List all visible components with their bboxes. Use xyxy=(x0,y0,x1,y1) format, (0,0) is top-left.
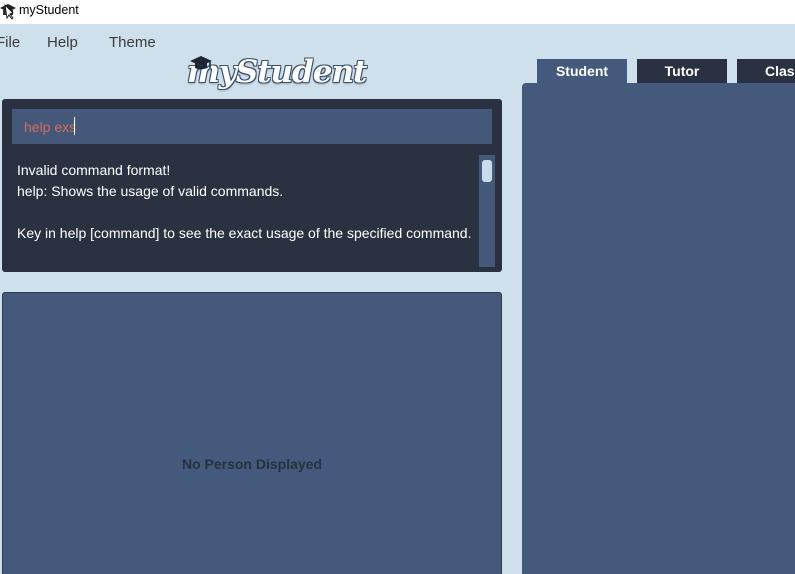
empty-list-message: No Person Displayed xyxy=(181,456,323,472)
menu-bar: File Help Theme xyxy=(0,24,795,58)
tab-student[interactable]: Student xyxy=(537,59,627,84)
detail-panel xyxy=(522,83,795,574)
result-scrollbar-thumb[interactable] xyxy=(482,160,492,182)
menu-file[interactable]: File xyxy=(0,34,20,51)
menu-theme[interactable]: Theme xyxy=(109,34,156,51)
menu-help[interactable]: Help xyxy=(47,34,78,51)
title-bar: myStudent xyxy=(0,0,795,24)
logo-text: myStudent xyxy=(187,54,367,90)
app-logo: myStudent xyxy=(183,54,367,98)
tab-tutor[interactable]: Tutor xyxy=(637,59,727,84)
window-title: myStudent xyxy=(19,3,79,17)
graduation-cap-icon xyxy=(190,56,212,70)
tab-class[interactable]: Class xyxy=(737,59,795,84)
person-list-panel xyxy=(2,292,502,574)
result-display: Invalid command format! help: Shows the … xyxy=(17,162,472,241)
mortarboard-icon xyxy=(0,3,16,20)
text-caret xyxy=(74,117,75,135)
command-input[interactable] xyxy=(12,109,492,144)
